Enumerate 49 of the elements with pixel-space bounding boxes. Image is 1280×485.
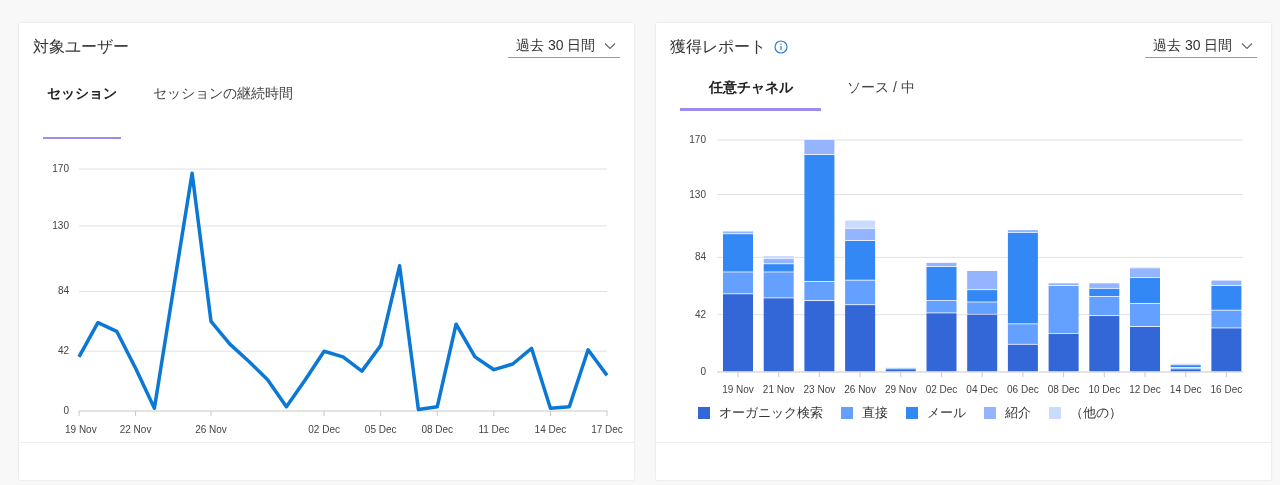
period-dropdown[interactable]: 過去 30 日間 <box>508 34 620 58</box>
period-dropdown[interactable]: 過去 30 日間 <box>1145 34 1257 58</box>
legend-label: （他の） <box>1070 404 1122 422</box>
axis-label: 42 <box>57 345 69 357</box>
tab[interactable]: セッション <box>43 81 121 139</box>
axis-label: 26 Nov <box>844 384 876 395</box>
axis-label: 14 Dec <box>534 424 567 435</box>
axis-label: 19 Nov <box>65 424 97 435</box>
axis-label: 170 <box>689 134 706 145</box>
axis-label: 17 Dec <box>591 424 623 435</box>
axis-label: 05 Dec <box>364 424 397 435</box>
card-title: 対象ユーザー <box>33 37 129 57</box>
tab[interactable]: 任意チャネル <box>680 75 821 111</box>
axis-label: 14 Dec <box>1169 384 1202 395</box>
axis-label: 170 <box>52 163 69 174</box>
axis-label: 12 Dec <box>1129 384 1161 395</box>
bar-segment <box>1048 333 1079 372</box>
axis-label: 26 Nov <box>195 424 227 435</box>
axis-label: 84 <box>694 251 706 263</box>
axis-label: 08 Dec <box>421 424 454 435</box>
axis-label: 84 <box>57 285 69 297</box>
axis-label: 10 Dec <box>1088 384 1121 395</box>
axis-label: 04 Dec <box>966 384 999 395</box>
axis-label: 08 Dec <box>1047 384 1080 395</box>
axis-label: 130 <box>689 188 706 200</box>
axis-label: 06 Dec <box>1007 384 1039 395</box>
axis-label: 11 Dec <box>478 424 510 435</box>
chevron-icon <box>1241 41 1253 50</box>
axis-label: 02 Dec <box>925 384 958 395</box>
axis-label: 0 <box>63 405 69 416</box>
axis-label: 22 Nov <box>119 424 152 435</box>
legend-label: 紹介 <box>1005 404 1031 422</box>
legend-label: メール <box>927 404 966 422</box>
chevron-icon <box>604 41 616 50</box>
axis-label: 21 Nov <box>762 384 795 395</box>
tab[interactable]: セッションの継続時間 <box>149 81 297 139</box>
legend-label: オーガニック検索 <box>719 404 823 422</box>
tab[interactable]: ソース / 中 <box>821 75 941 111</box>
axis-label: 16 Dec <box>1210 384 1243 395</box>
axis-label: 02 Dec <box>308 424 340 435</box>
bar-segment <box>1007 344 1038 372</box>
legend-label: 直接 <box>862 404 888 422</box>
axis-label: 42 <box>694 308 706 320</box>
axis-label: 130 <box>52 219 69 231</box>
card-title: 獲得レポート <box>670 37 766 57</box>
axis-label: 19 Nov <box>722 384 754 395</box>
axis-label: 23 Nov <box>803 384 836 395</box>
axis-label: 29 Nov <box>884 384 917 395</box>
axis-label: 0 <box>700 366 706 377</box>
